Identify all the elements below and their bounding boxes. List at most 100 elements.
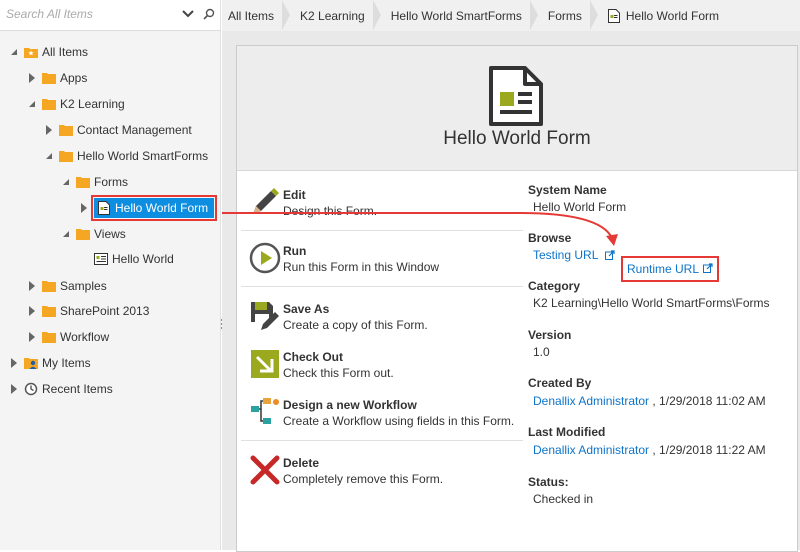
- testing-url-container: Testing URL: [533, 248, 615, 263]
- edit-action[interactable]: Edit Design this Form.: [241, 180, 523, 231]
- item-detail-card: Hello World Form Edit Design this Form. …: [236, 45, 798, 552]
- external-link-icon: [703, 262, 713, 276]
- status-label: Status:: [528, 475, 569, 489]
- navigation-tree-pane: All Items Apps K2 Learning Contact Manag…: [0, 0, 221, 550]
- tree-item-label: Views: [94, 227, 126, 241]
- run-action[interactable]: Run Run this Form in this Window: [241, 236, 523, 287]
- tree-item-views[interactable]: Views: [62, 223, 126, 245]
- collapsed-arrow-icon[interactable]: [28, 332, 36, 342]
- system-name-label: System Name: [528, 183, 607, 197]
- tree-item-label: Hello World Form: [115, 201, 209, 215]
- folder-icon: [59, 149, 73, 163]
- user-icon: [24, 356, 38, 370]
- check-out-action[interactable]: Check Out Check this Form out.: [241, 342, 523, 392]
- tree-item-forms[interactable]: Forms: [62, 171, 128, 193]
- action-title: Delete: [283, 456, 320, 470]
- expanded-arrow-icon[interactable]: [28, 99, 36, 109]
- search-bar: [0, 0, 220, 31]
- breadcrumb-item-forms[interactable]: Forms: [538, 0, 598, 31]
- delete-icon: [249, 454, 281, 486]
- action-title: Check Out: [283, 350, 344, 364]
- star-folder-icon: [24, 45, 38, 59]
- tree-item-k2-learning[interactable]: K2 Learning: [28, 93, 125, 115]
- tree-item-contact-management[interactable]: Contact Management: [45, 119, 192, 141]
- save-as-icon: [249, 300, 281, 332]
- last-modified-value: Denallix Administrator , 1/29/2018 11:22…: [533, 443, 766, 457]
- tree-item-label: Hello World SmartForms: [77, 149, 209, 163]
- expanded-arrow-icon[interactable]: [10, 47, 18, 57]
- folder-icon: [42, 71, 56, 85]
- folder-icon: [42, 330, 56, 344]
- folder-icon: [59, 123, 73, 137]
- action-description: Check this Form out.: [283, 366, 394, 380]
- tree-item-hello-world-form[interactable]: Hello World Form: [80, 195, 218, 221]
- collapsed-arrow-icon[interactable]: [28, 306, 36, 316]
- breadcrumb-item-k2-learning[interactable]: K2 Learning: [290, 0, 381, 31]
- system-name-value: Hello World Form: [533, 200, 627, 214]
- expanded-arrow-icon[interactable]: [62, 177, 70, 187]
- tree-item-hello-world-view[interactable]: Hello World: [94, 248, 174, 270]
- folder-icon: [76, 227, 90, 241]
- search-icon[interactable]: [203, 8, 215, 23]
- clock-icon: [24, 382, 38, 396]
- action-title: Run: [283, 244, 307, 258]
- collapsed-arrow-icon[interactable]: [10, 384, 18, 394]
- collapsed-arrow-icon[interactable]: [28, 281, 36, 291]
- page-title: Hello World Form: [443, 128, 591, 149]
- check-out-icon: [249, 348, 281, 380]
- item-header: Hello World Form: [237, 46, 797, 171]
- category-label: Category: [528, 279, 581, 293]
- tree-item-label: Workflow: [60, 330, 110, 344]
- status-value: Checked in: [533, 492, 594, 506]
- tree-item-all-items[interactable]: All Items: [10, 41, 88, 63]
- breadcrumb-item-current: Hello World Form: [598, 0, 735, 31]
- chevron-down-icon[interactable]: [182, 8, 194, 22]
- collapsed-arrow-icon[interactable]: [45, 125, 53, 135]
- tree-item-label: All Items: [42, 45, 89, 59]
- folder-icon: [76, 175, 90, 189]
- breadcrumb: All Items K2 Learning Hello World SmartF…: [222, 0, 800, 32]
- created-by-user-link[interactable]: Denallix Administrator: [533, 394, 649, 408]
- tree-item-apps[interactable]: Apps: [28, 67, 87, 89]
- form-icon: [97, 201, 111, 215]
- expanded-arrow-icon[interactable]: [62, 229, 70, 239]
- testing-url-link[interactable]: Testing URL: [533, 248, 598, 262]
- expanded-arrow-icon[interactable]: [45, 151, 53, 161]
- external-link-icon: [605, 249, 615, 263]
- action-description: Run this Form in this Window: [283, 260, 440, 274]
- tree-item-samples[interactable]: Samples: [28, 275, 107, 297]
- version-value: 1.0: [533, 345, 550, 359]
- tree-item-my-items[interactable]: My Items: [10, 352, 91, 374]
- form-icon: [607, 8, 620, 23]
- tree-item-label: K2 Learning: [60, 97, 125, 111]
- tree-item-label: SharePoint 2013: [60, 304, 150, 318]
- folder-icon: [42, 279, 56, 293]
- tree-item-sharepoint-2013[interactable]: SharePoint 2013: [28, 300, 149, 322]
- tree-item-hello-world-smartforms[interactable]: Hello World SmartForms: [45, 145, 208, 167]
- folder-icon: [42, 97, 56, 111]
- action-description: Completely remove this Form.: [283, 472, 444, 486]
- tree-item-label: Contact Management: [77, 123, 192, 137]
- modified-by-user-link[interactable]: Denallix Administrator: [533, 443, 649, 457]
- selected-tree-item[interactable]: Hello World Form: [90, 195, 218, 221]
- collapsed-arrow-icon[interactable]: [28, 73, 36, 83]
- created-by-value: Denallix Administrator , 1/29/2018 11:02…: [533, 394, 766, 408]
- runtime-url-highlight: Runtime URL: [621, 256, 720, 282]
- breadcrumb-item-hello-world-smartforms[interactable]: Hello World SmartForms: [381, 0, 539, 31]
- browse-label: Browse: [528, 231, 572, 245]
- delete-action[interactable]: Delete Completely remove this Form.: [241, 448, 523, 498]
- collapsed-arrow-icon[interactable]: [80, 203, 88, 213]
- search-input[interactable]: [4, 6, 178, 22]
- design-workflow-action[interactable]: Design a new Workflow Create a Workflow …: [241, 390, 523, 441]
- tree-item-recent-items[interactable]: Recent Items: [10, 378, 113, 400]
- action-description: Create a copy of this Form.: [283, 318, 428, 332]
- runtime-url-link[interactable]: Runtime URL: [627, 262, 699, 276]
- breadcrumb-item-all-items[interactable]: All Items: [222, 0, 291, 31]
- action-description: Create a Workflow using fields in this F…: [283, 414, 515, 428]
- tree-item-workflow[interactable]: Workflow: [28, 326, 109, 348]
- action-title: Save As: [283, 302, 330, 316]
- collapsed-arrow-icon[interactable]: [10, 358, 18, 368]
- tree-item-label: Forms: [94, 175, 128, 189]
- save-as-action[interactable]: Save As Create a copy of this Form.: [241, 294, 523, 344]
- pencil-icon: [249, 186, 281, 218]
